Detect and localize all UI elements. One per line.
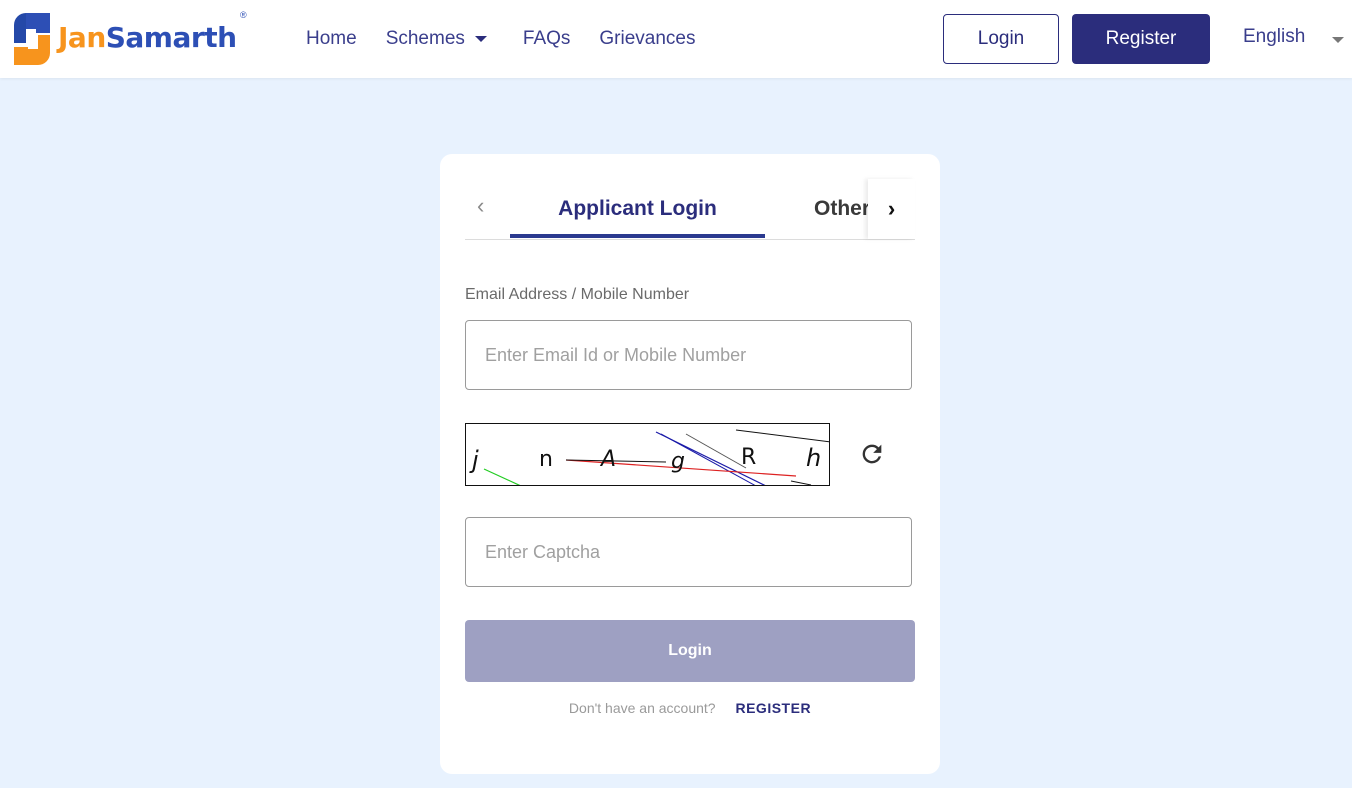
nav-grievances-label: Grievances [599,28,696,49]
login-submit-button[interactable]: Login [465,620,915,682]
main-nav: Home Schemes FAQs Grievances [306,0,725,78]
top-header: JanSamarth ® Home Schemes FAQs Grievance… [0,0,1352,78]
captcha-graphic: j n A g R h [469,429,829,485]
no-account-text: Don't have an account? [568,700,716,716]
captcha-image: j n A g R h [465,423,830,486]
refresh-captcha-button[interactable] [858,440,886,468]
nav-grievances[interactable]: Grievances [599,28,695,50]
captcha-char: A [599,447,616,472]
nav-faqs[interactable]: FAQs [523,28,571,50]
tab-prev-arrow-icon[interactable]: ‹ [477,193,484,219]
signup-prompt: Don't have an account? REGISTER [440,700,940,716]
refresh-icon [862,444,882,464]
logo-text: JanSamarth [58,21,237,54]
nav-home[interactable]: Home [306,28,357,50]
chevron-right-icon: › [887,196,896,221]
logo-text-samarth: Samarth [105,20,237,54]
nav-schemes-label: Schemes [385,28,465,49]
captcha-char: g [671,449,685,474]
chevron-down-icon [474,36,487,42]
tab-other-login[interactable]: Other [814,179,870,239]
logo-mark-icon [14,13,50,65]
tab-next-button[interactable]: › [868,179,915,239]
captcha-char: n [539,447,553,472]
logo-text-jan: Jan [58,20,106,54]
captcha-char: j [469,446,479,474]
language-selector[interactable]: English [1243,26,1305,48]
captcha-char: R [741,445,756,470]
captcha-char: h [806,444,821,472]
email-mobile-input[interactable] [465,320,912,390]
login-card: ‹ Applicant Login Other › Email Address … [440,154,940,774]
active-tab-indicator [510,234,765,238]
nav-schemes[interactable]: Schemes [386,28,487,50]
captcha-input[interactable] [465,517,912,587]
language-dropdown-icon[interactable] [1332,37,1344,43]
jansamarth-logo[interactable]: JanSamarth [12,10,237,68]
register-link[interactable]: REGISTER [735,700,811,716]
registered-mark: ® [240,10,247,20]
email-label: Email Address / Mobile Number [465,286,690,303]
header-login-button[interactable]: Login [943,14,1059,64]
nav-faqs-label: FAQs [522,28,571,49]
header-register-button[interactable]: Register [1072,14,1210,64]
nav-home-label: Home [306,28,357,49]
tab-applicant-login[interactable]: Applicant Login [510,179,765,239]
login-tabs: ‹ Applicant Login Other › [465,179,915,240]
